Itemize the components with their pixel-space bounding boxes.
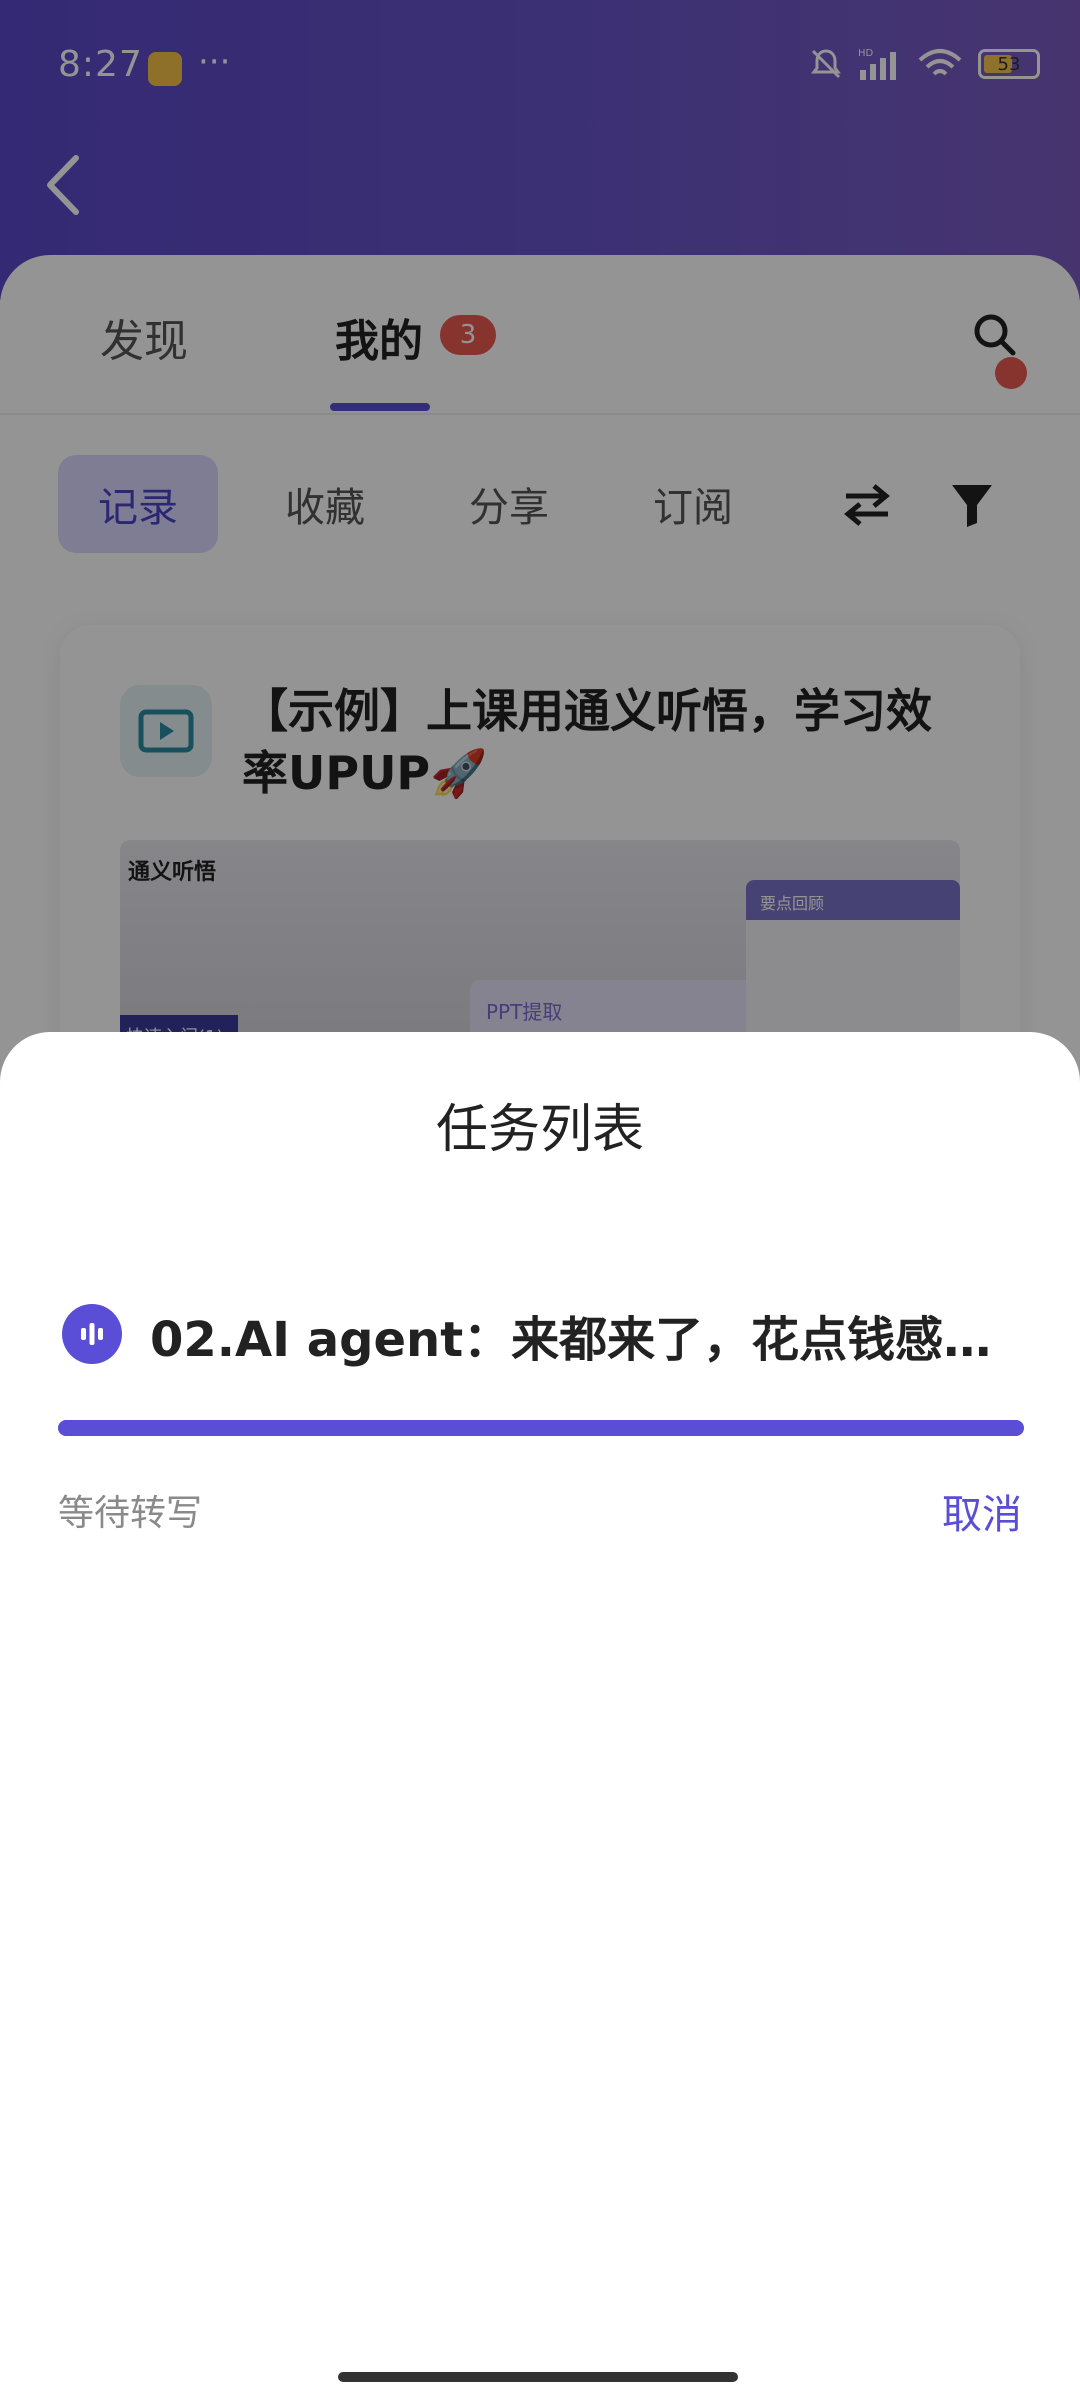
home-indicator[interactable] — [338, 2372, 738, 2382]
cancel-task-button[interactable]: 取消 — [942, 1482, 1022, 1540]
task-list-sheet: 任务列表 02.AI agent：来都来了，花点钱感受一... 等待转写 取消 — [0, 1032, 1080, 2400]
task-status: 等待转写 — [58, 1493, 203, 1534]
task-progress-bar — [58, 1420, 1024, 1436]
task-name: 02.AI agent：来都来了，花点钱感受一... — [150, 1312, 1030, 1368]
sheet-title: 任务列表 — [435, 1100, 644, 1160]
audio-wave-icon — [62, 1304, 122, 1364]
task-progress-fill — [58, 1420, 1024, 1436]
